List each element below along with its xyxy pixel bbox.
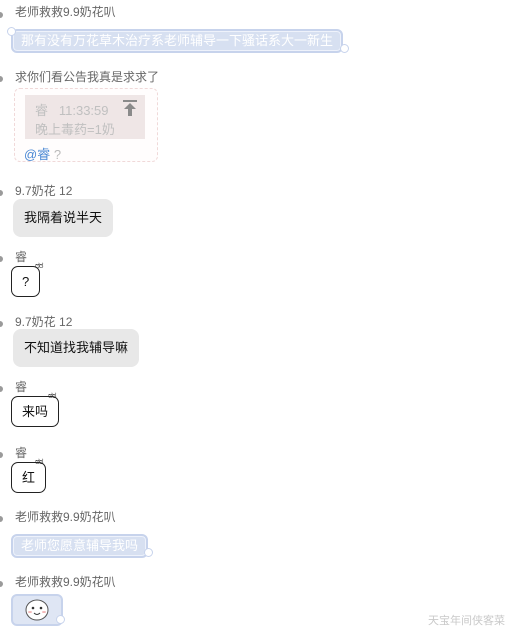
avatar[interactable] (0, 12, 3, 18)
speech-bubble-eyes-icon: ಠಠ (35, 260, 43, 270)
quoted-time: 11:33:59 (58, 103, 109, 118)
cloud-decoration (56, 615, 65, 624)
avatar[interactable] (0, 256, 3, 262)
quote-reply-bubble[interactable]: 睿 11:33:59 晚上毒药=1奶 @睿 ? (14, 88, 158, 162)
speech-bubble-eyes-icon: ಠಠ (48, 390, 56, 400)
avatar[interactable] (0, 321, 3, 327)
mention-suffix: ? (53, 147, 62, 162)
quoted-header: 睿 11:33:59 (35, 100, 109, 119)
sender-name: 老师救救9.9奶花叭 (15, 575, 116, 589)
sender-name: 老师救救9.9奶花叭 (15, 510, 116, 524)
mention-line: @睿 ? (24, 144, 61, 163)
sticker-message[interactable] (11, 594, 63, 626)
jump-to-quote-icon[interactable] (123, 100, 137, 116)
cloud-decoration (340, 44, 349, 53)
sender-name: 9.7奶花 12 (15, 315, 73, 329)
message-bubble[interactable]: 不知道找我辅导嘛 (13, 329, 140, 367)
message-bubble[interactable]: 那有没有万花草木治疗系老师辅导一下骚话系大一新生 (11, 29, 344, 53)
avatar[interactable] (0, 386, 3, 392)
avatar[interactable] (0, 190, 3, 196)
message-bubble[interactable]: 来吗 (11, 396, 60, 427)
sender-name: 睿 (15, 380, 28, 394)
sender-name: 9.7奶花 12 (15, 184, 73, 198)
face-sticker-icon (25, 599, 49, 621)
sender-name: 睿 (15, 446, 28, 460)
sender-name: 睿 (15, 250, 28, 264)
cloud-decoration (7, 27, 16, 36)
quoted-text: 晚上毒药=1奶 (35, 122, 115, 137)
avatar[interactable] (0, 516, 3, 522)
avatar[interactable] (0, 76, 3, 82)
avatar[interactable] (0, 581, 3, 587)
quoted-message[interactable]: 睿 11:33:59 晚上毒药=1奶 (25, 95, 145, 139)
mention-link[interactable]: @睿 (24, 147, 50, 162)
message-bubble[interactable]: 我隔着说半天 (13, 199, 114, 237)
speech-bubble-eyes-icon: ಠಠ (35, 456, 43, 466)
quoted-author: 睿 (35, 103, 49, 118)
message-bubble[interactable]: ? (11, 266, 41, 297)
avatar[interactable] (0, 452, 3, 458)
sender-name: 老师救救9.9奶花叭 (15, 5, 116, 19)
sender-name: 求你们看公告我真是求求了 (15, 70, 160, 84)
message-bubble[interactable]: 老师您愿意辅导我吗 (11, 534, 149, 558)
message-bubble[interactable]: 红 (11, 462, 47, 493)
watermark: 天宝年间侠客菜 (428, 615, 505, 627)
cloud-decoration (144, 548, 153, 557)
